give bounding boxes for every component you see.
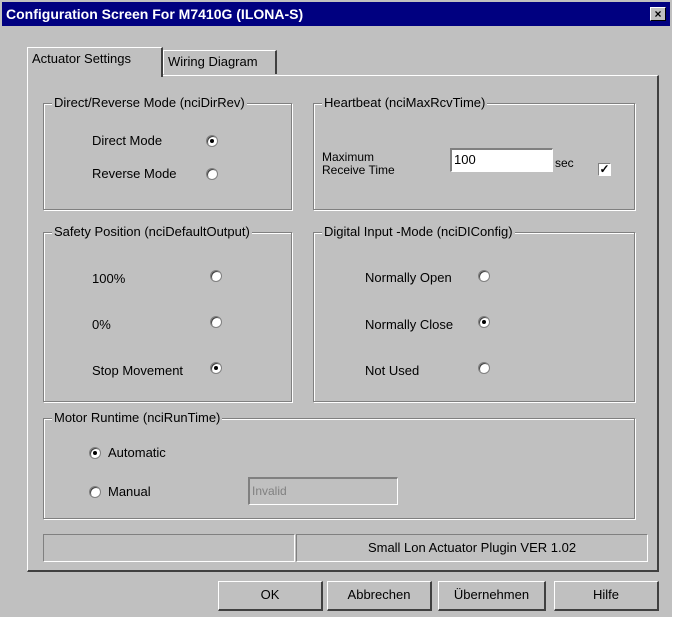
apply-button[interactable]: Übernehmen <box>438 581 546 611</box>
version-status: Small Lon Actuator Plugin VER 1.02 <box>296 534 648 562</box>
not-used-radio[interactable] <box>478 362 490 374</box>
safety-0-label: 0% <box>92 317 111 332</box>
heartbeat-checkbox[interactable]: ✓ <box>598 163 611 176</box>
manual-radio[interactable] <box>89 486 101 498</box>
normally-close-radio[interactable] <box>478 316 490 328</box>
tab-label: Actuator Settings <box>32 51 131 66</box>
group-legend: Direct/Reverse Mode (nciDirRev) <box>52 95 247 110</box>
tab-wiring-diagram[interactable]: Wiring Diagram <box>163 50 277 74</box>
automatic-label: Automatic <box>108 445 166 460</box>
manual-runtime-input[interactable]: Invalid <box>248 477 398 505</box>
max-receive-time-label: Maximum Receive Time <box>322 151 395 177</box>
automatic-radio[interactable] <box>89 447 101 459</box>
normally-open-label: Normally Open <box>365 270 452 285</box>
digital-input-group: Digital Input -Mode (nciDIConfig) <box>313 224 635 402</box>
not-used-label: Not Used <box>365 363 420 378</box>
direct-mode-label: Direct Mode <box>92 133 163 148</box>
reverse-mode-label: Reverse Mode <box>92 166 177 181</box>
safety-100-label: 100% <box>92 271 126 286</box>
safety-100-radio[interactable] <box>210 270 222 282</box>
reverse-mode-radio[interactable] <box>206 168 218 180</box>
title-bar[interactable]: Configuration Screen For M7410G (ILONA-S… <box>2 2 670 26</box>
close-icon[interactable]: × <box>650 7 666 21</box>
stop-movement-label: Stop Movement <box>92 363 184 378</box>
status-left <box>43 534 295 562</box>
check-mark-icon: ✓ <box>599 162 610 176</box>
help-button[interactable]: Hilfe <box>554 581 659 611</box>
stop-movement-radio[interactable] <box>210 362 222 374</box>
unit-label: sec <box>555 156 574 170</box>
manual-label: Manual <box>108 484 151 499</box>
tab-actuator-settings[interactable]: Actuator Settings <box>27 47 163 77</box>
direct-mode-radio[interactable] <box>206 135 218 147</box>
label-line: Maximum <box>322 150 375 164</box>
ok-button[interactable]: OK <box>218 581 323 611</box>
tab-label: Wiring Diagram <box>168 54 258 69</box>
safety-0-radio[interactable] <box>210 316 222 328</box>
window-title: Configuration Screen For M7410G (ILONA-S… <box>6 6 304 22</box>
normally-close-label: Normally Close <box>365 317 454 332</box>
group-legend: Heartbeat (nciMaxRcvTime) <box>322 95 488 110</box>
label-line: Receive Time <box>322 163 395 177</box>
direct-reverse-group: Direct/Reverse Mode (nciDirRev) <box>43 95 292 210</box>
cancel-button[interactable]: Abbrechen <box>327 581 432 611</box>
group-legend: Safety Position (nciDefaultOutput) <box>52 224 252 239</box>
max-receive-time-input[interactable]: 100 <box>450 148 553 172</box>
normally-open-radio[interactable] <box>478 270 490 282</box>
group-legend: Digital Input -Mode (nciDIConfig) <box>322 224 515 239</box>
group-legend: Motor Runtime (nciRunTime) <box>52 410 223 425</box>
dialog-window: Configuration Screen For M7410G (ILONA-S… <box>0 0 672 617</box>
